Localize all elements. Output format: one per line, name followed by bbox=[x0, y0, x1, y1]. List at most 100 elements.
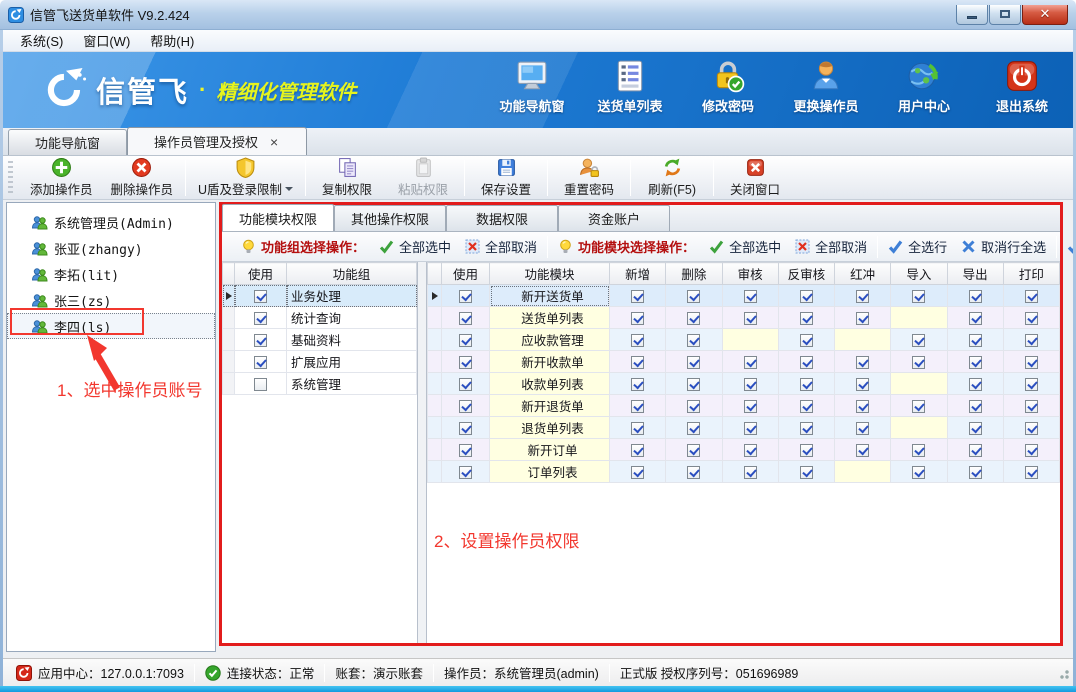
tree-item-operator[interactable]: 张亚(zhangy) bbox=[7, 235, 215, 261]
checkbox[interactable] bbox=[912, 400, 925, 413]
banner-action-monitor[interactable]: 功能导航窗 bbox=[490, 59, 574, 115]
perm-cell[interactable] bbox=[891, 329, 947, 351]
perm-cell[interactable] bbox=[666, 329, 722, 351]
toolbar-button-8[interactable]: 刷新(F5) bbox=[634, 158, 710, 198]
perm-cell[interactable] bbox=[1003, 285, 1059, 307]
checkbox[interactable] bbox=[856, 444, 869, 457]
checkbox[interactable] bbox=[254, 356, 267, 369]
checkbox[interactable] bbox=[687, 356, 700, 369]
group-row[interactable]: 扩展应用 bbox=[223, 351, 417, 373]
module-row[interactable]: 新开订单 bbox=[428, 439, 1060, 461]
perm-cell[interactable] bbox=[947, 417, 1003, 439]
column-header-perm[interactable]: 删除 bbox=[666, 263, 722, 285]
checkbox[interactable] bbox=[744, 422, 757, 435]
column-header-use[interactable]: 使用 bbox=[235, 263, 287, 285]
checkbox[interactable] bbox=[800, 290, 813, 303]
perm-cell[interactable] bbox=[666, 285, 722, 307]
checkbox[interactable] bbox=[1025, 378, 1038, 391]
column-header-perm[interactable]: 导入 bbox=[891, 263, 947, 285]
perm-cell[interactable] bbox=[722, 307, 778, 329]
perm-cell[interactable] bbox=[891, 395, 947, 417]
perm-cell[interactable] bbox=[610, 439, 666, 461]
toolbar-button-4[interactable]: 复制权限 bbox=[309, 158, 385, 198]
use-cell[interactable] bbox=[235, 351, 287, 373]
checkbox[interactable] bbox=[800, 312, 813, 325]
module-name-cell[interactable]: 应收款管理 bbox=[490, 329, 610, 351]
perm-cell[interactable] bbox=[610, 373, 666, 395]
checkbox[interactable] bbox=[459, 444, 472, 457]
tab-function-navigator[interactable]: 功能导航窗 bbox=[8, 129, 127, 155]
checkbox[interactable] bbox=[687, 312, 700, 325]
use-cell[interactable] bbox=[235, 329, 287, 351]
use-cell[interactable] bbox=[442, 417, 490, 439]
checkbox[interactable] bbox=[1025, 356, 1038, 369]
permission-tab-4[interactable]: 资金账户 bbox=[558, 205, 670, 231]
perm-cell[interactable] bbox=[610, 351, 666, 373]
perm-cell[interactable] bbox=[1003, 373, 1059, 395]
checkbox[interactable] bbox=[856, 290, 869, 303]
checkbox[interactable] bbox=[969, 400, 982, 413]
checkbox[interactable] bbox=[687, 378, 700, 391]
perm-cell[interactable] bbox=[778, 395, 834, 417]
use-cell[interactable] bbox=[442, 461, 490, 483]
banner-action-power[interactable]: 退出系统 bbox=[980, 59, 1064, 115]
module-name-cell[interactable]: 新开收款单 bbox=[490, 351, 610, 373]
group-row[interactable]: 基础资料 bbox=[223, 329, 417, 351]
checkbox[interactable] bbox=[912, 356, 925, 369]
perm-cell[interactable] bbox=[722, 395, 778, 417]
checkbox[interactable] bbox=[856, 422, 869, 435]
group-name-cell[interactable]: 统计查询 bbox=[287, 307, 417, 329]
resize-grip[interactable] bbox=[1056, 666, 1070, 680]
checkbox[interactable] bbox=[631, 400, 644, 413]
group-name-cell[interactable]: 基础资料 bbox=[287, 329, 417, 351]
checkbox[interactable] bbox=[800, 400, 813, 413]
checkbox[interactable] bbox=[744, 312, 757, 325]
perm-cell[interactable] bbox=[947, 439, 1003, 461]
toolbar-button-2[interactable]: 删除操作员 bbox=[102, 158, 183, 198]
use-cell[interactable] bbox=[442, 373, 490, 395]
tab-operator-management[interactable]: 操作员管理及授权× bbox=[127, 127, 307, 155]
perm-cell[interactable] bbox=[610, 395, 666, 417]
perm-cell[interactable] bbox=[722, 461, 778, 483]
permission-tab-2[interactable]: 其他操作权限 bbox=[334, 205, 446, 231]
perm-cell[interactable] bbox=[947, 329, 1003, 351]
perm-cell[interactable] bbox=[891, 439, 947, 461]
module-row[interactable]: 订单列表 bbox=[428, 461, 1060, 483]
module-clear-all-button[interactable]: 全部取消 bbox=[788, 235, 874, 259]
checkbox[interactable] bbox=[744, 444, 757, 457]
permission-tab-3[interactable]: 数据权限 bbox=[446, 205, 558, 231]
checkbox[interactable] bbox=[459, 290, 472, 303]
checkbox[interactable] bbox=[969, 378, 982, 391]
checkbox[interactable] bbox=[1025, 290, 1038, 303]
perm-cell[interactable] bbox=[610, 417, 666, 439]
checkbox[interactable] bbox=[800, 356, 813, 369]
perm-cell[interactable] bbox=[722, 417, 778, 439]
column-header-perm[interactable]: 新增 bbox=[610, 263, 666, 285]
tree-item-operator[interactable]: 系统管理员(Admin) bbox=[7, 209, 215, 235]
minimize-button[interactable] bbox=[956, 5, 988, 25]
perm-cell[interactable] bbox=[947, 461, 1003, 483]
perm-cell[interactable] bbox=[947, 395, 1003, 417]
tree-item-operator[interactable]: 李四(ls) bbox=[7, 313, 215, 339]
dropdown-arrow-icon[interactable] bbox=[285, 187, 293, 191]
checkbox[interactable] bbox=[1025, 312, 1038, 325]
tab-close-icon[interactable]: × bbox=[268, 136, 280, 148]
group-name-cell[interactable]: 业务处理 bbox=[287, 285, 417, 307]
perm-cell[interactable] bbox=[835, 373, 891, 395]
checkbox[interactable] bbox=[969, 422, 982, 435]
checkbox[interactable] bbox=[969, 312, 982, 325]
group-name-cell[interactable]: 扩展应用 bbox=[287, 351, 417, 373]
toolbar-button-1[interactable]: 添加操作员 bbox=[21, 158, 102, 198]
checkbox[interactable] bbox=[912, 444, 925, 457]
column-header-perm[interactable]: 打印 bbox=[1003, 263, 1059, 285]
perm-cell[interactable] bbox=[778, 307, 834, 329]
perm-cell[interactable] bbox=[778, 439, 834, 461]
checkbox[interactable] bbox=[744, 400, 757, 413]
checkbox[interactable] bbox=[459, 356, 472, 369]
perm-cell[interactable] bbox=[1003, 307, 1059, 329]
perm-cell[interactable] bbox=[666, 439, 722, 461]
column-header-module[interactable]: 功能模块 bbox=[490, 263, 610, 285]
perm-cell[interactable] bbox=[835, 285, 891, 307]
perm-cell[interactable] bbox=[666, 351, 722, 373]
use-cell[interactable] bbox=[442, 307, 490, 329]
